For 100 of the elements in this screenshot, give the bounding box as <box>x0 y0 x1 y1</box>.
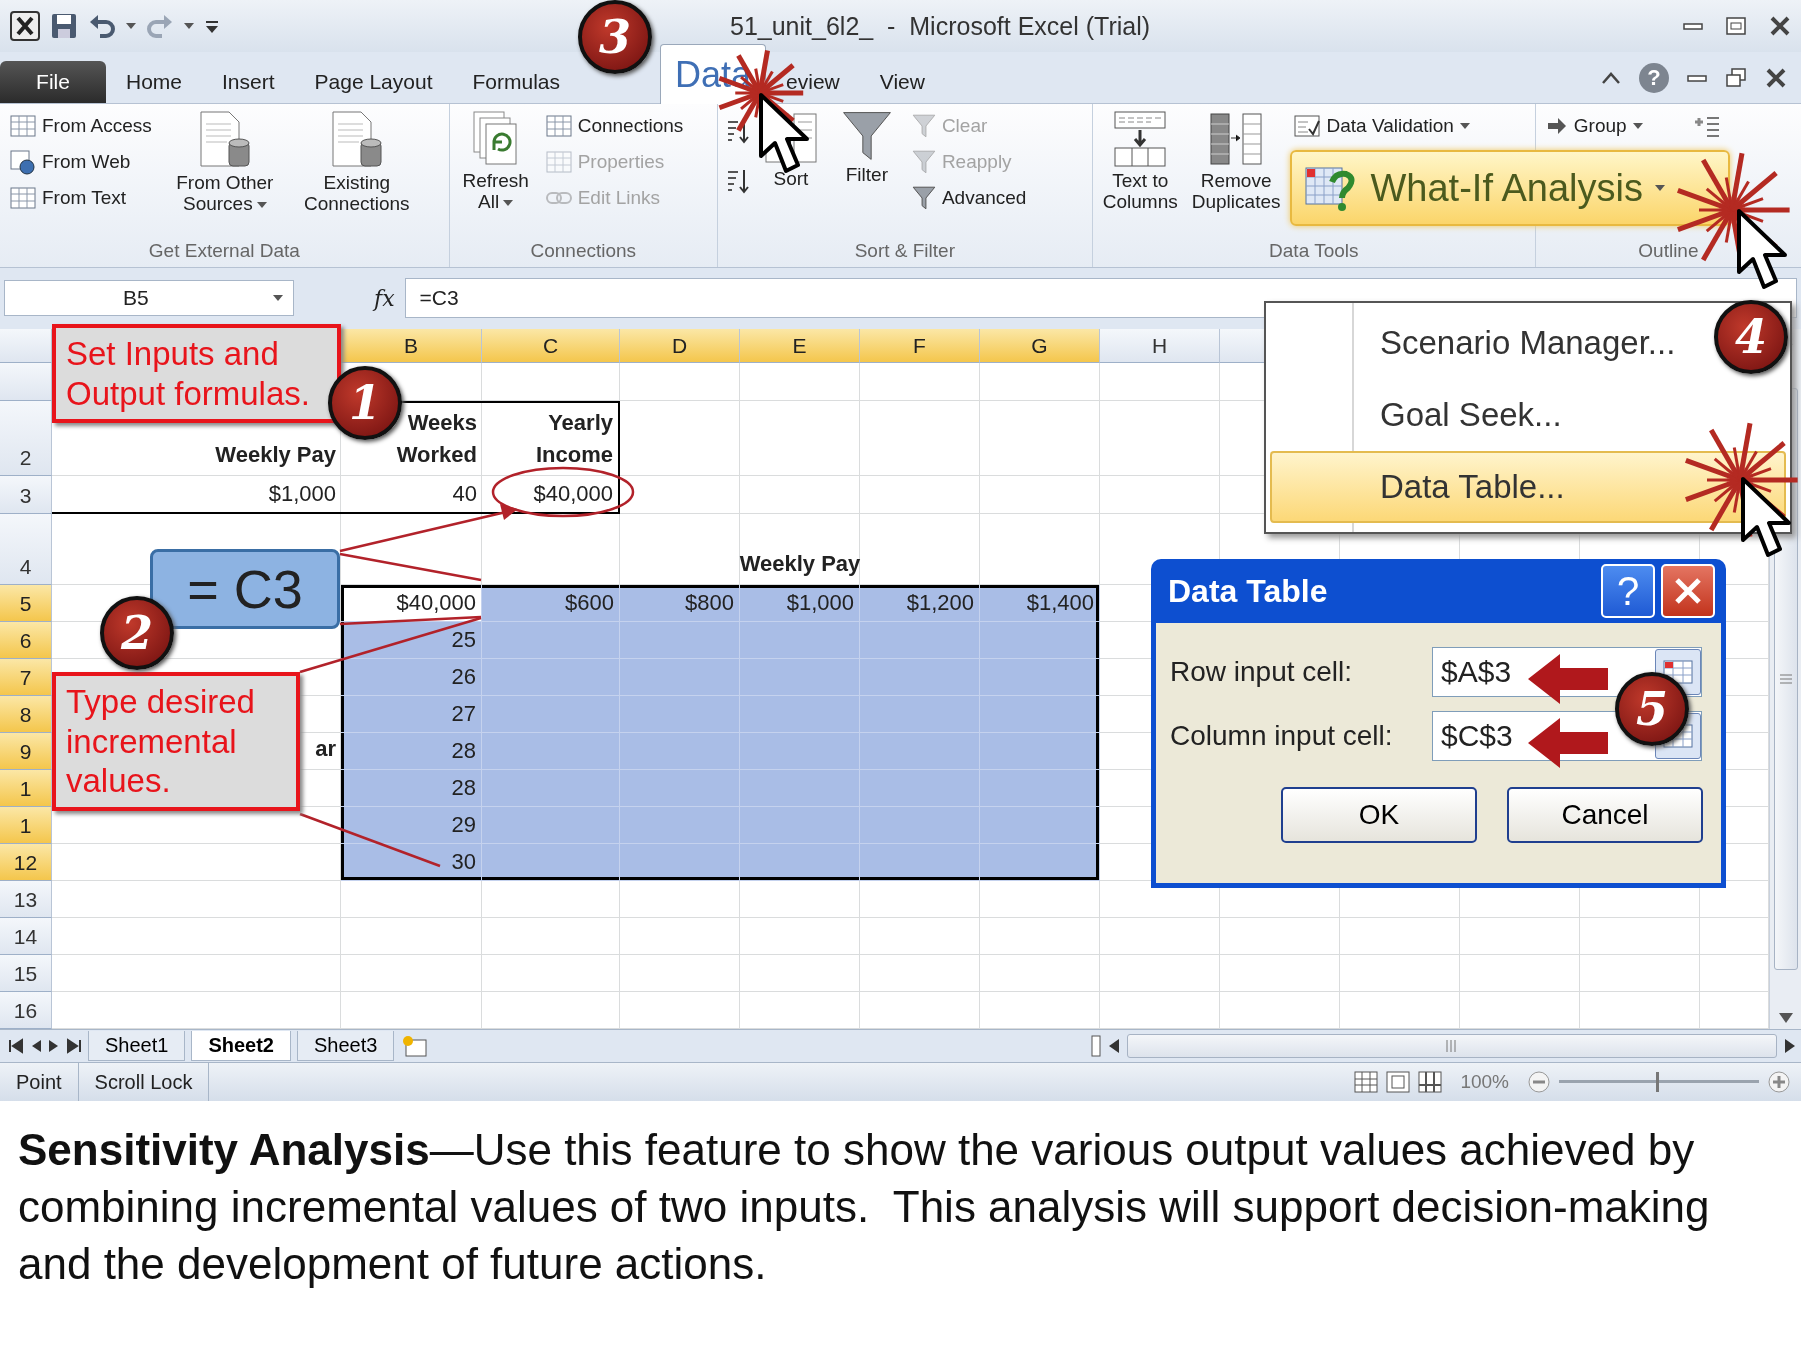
selected-cell[interactable] <box>482 733 620 770</box>
selected-cell[interactable] <box>860 659 980 696</box>
selected-cell[interactable]: 26 <box>341 659 482 696</box>
ribbon-button[interactable]: Filter <box>831 108 902 188</box>
ribbon-tab[interactable]: Page Layout <box>294 61 453 103</box>
column-header[interactable]: E <box>740 329 860 363</box>
active-cell[interactable]: $40,000 <box>341 585 482 622</box>
selected-cell[interactable] <box>860 622 980 659</box>
ribbon-button[interactable]: Text to Columns <box>1098 108 1182 215</box>
menu-item[interactable]: Goal Seek... <box>1270 379 1710 451</box>
ribbon-button[interactable]: From Access <box>6 108 156 144</box>
menu-item[interactable]: Data Table... <box>1270 451 1786 523</box>
column-header[interactable]: C <box>482 329 620 363</box>
ribbon-button[interactable]: Existing Connections <box>293 108 420 217</box>
ribbon-button[interactable]: What-If Analysis <box>1290 150 1731 226</box>
selected-cell[interactable] <box>482 659 620 696</box>
row-header[interactable]: 16 <box>0 992 52 1029</box>
selected-cell[interactable] <box>620 696 740 733</box>
sheet-tab[interactable]: Sheet2 <box>191 1031 291 1061</box>
ribbon-tab[interactable]: Formulas <box>452 61 581 103</box>
ribbon-button[interactable]: Group <box>1541 108 1647 144</box>
selected-cell[interactable]: 28 <box>341 770 482 807</box>
help-button[interactable]: ? <box>1639 63 1669 93</box>
ribbon-tab[interactable]: File <box>0 61 106 103</box>
column-header[interactable]: G <box>980 329 1100 363</box>
close-button[interactable] <box>1661 564 1715 618</box>
selected-cell[interactable] <box>740 807 860 844</box>
selected-cell[interactable] <box>740 659 860 696</box>
row-header[interactable]: 3 <box>0 476 52 514</box>
horizontal-scrollbar[interactable] <box>1127 1034 1777 1058</box>
name-box[interactable]: B5 <box>4 280 294 316</box>
dialog-button[interactable]: Cancel <box>1507 787 1703 843</box>
dialog-button[interactable]: OK <box>1281 787 1477 843</box>
ribbon-tab[interactable]: View <box>859 61 945 103</box>
selected-cell[interactable]: $1,400 <box>980 585 1100 622</box>
selected-cell[interactable] <box>740 696 860 733</box>
selected-cell[interactable] <box>482 844 620 881</box>
ribbon-button[interactable]: Advanced <box>907 180 1031 216</box>
selected-cell[interactable]: 28 <box>341 733 482 770</box>
selected-cell[interactable]: $1,200 <box>860 585 980 622</box>
selected-cell[interactable]: 25 <box>341 622 482 659</box>
selected-cell[interactable] <box>980 696 1100 733</box>
row-header[interactable]: 8 <box>0 696 52 733</box>
selected-cell[interactable] <box>620 844 740 881</box>
selected-cell[interactable] <box>740 844 860 881</box>
column-header[interactable]: B <box>341 329 482 363</box>
zoom-percent[interactable]: 100% <box>1460 1071 1509 1093</box>
ribbon-tab[interactable]: Insert <box>202 61 295 103</box>
ribbon-button[interactable]: Refresh All <box>455 108 536 215</box>
select-all-corner[interactable] <box>0 329 52 363</box>
selected-cell[interactable] <box>482 622 620 659</box>
selected-cell[interactable] <box>860 733 980 770</box>
column-header[interactable]: F <box>860 329 980 363</box>
selected-cell[interactable] <box>740 770 860 807</box>
ribbon-tab[interactable]: Home <box>106 61 203 103</box>
row-header[interactable]: 5 <box>0 585 52 622</box>
selected-cell[interactable]: $600 <box>482 585 620 622</box>
row-header[interactable]: 2 <box>0 401 52 476</box>
selected-cell[interactable] <box>482 807 620 844</box>
column-header[interactable]: D <box>620 329 740 363</box>
selected-cell[interactable] <box>620 807 740 844</box>
row-header[interactable]: 1 <box>0 807 52 844</box>
selected-cell[interactable] <box>482 770 620 807</box>
sheet-tab[interactable]: Sheet1 <box>88 1031 186 1061</box>
selected-cell[interactable]: 29 <box>341 807 482 844</box>
selected-cell[interactable] <box>860 770 980 807</box>
selected-cell[interactable] <box>980 622 1100 659</box>
ribbon-button[interactable]: Remove Duplicates <box>1187 108 1285 215</box>
selected-cell[interactable] <box>740 622 860 659</box>
selected-cell[interactable] <box>980 807 1100 844</box>
row-header[interactable]: 9 <box>0 733 52 770</box>
row-header[interactable]: 15 <box>0 955 52 992</box>
selected-cell[interactable] <box>980 844 1100 881</box>
selected-cell[interactable] <box>740 733 860 770</box>
insert-function-label[interactable]: fx <box>374 285 395 311</box>
selected-cell[interactable] <box>980 770 1100 807</box>
selected-cell[interactable] <box>860 807 980 844</box>
selected-cell[interactable] <box>620 733 740 770</box>
help-button[interactable]: ? <box>1601 564 1655 618</box>
selected-cell[interactable]: 27 <box>341 696 482 733</box>
selected-cell[interactable]: 30 <box>341 844 482 881</box>
ribbon-button[interactable]: From Other Sources <box>161 108 288 217</box>
selected-cell[interactable]: $800 <box>620 585 740 622</box>
row-header[interactable]: 1 <box>0 770 52 807</box>
selected-cell[interactable] <box>980 659 1100 696</box>
row-header[interactable]: 12 <box>0 844 52 881</box>
row-header[interactable] <box>0 363 52 401</box>
row-header[interactable]: 13 <box>0 881 52 918</box>
selected-cell[interactable] <box>620 659 740 696</box>
selected-cell[interactable] <box>482 696 620 733</box>
selected-cell[interactable]: $1,000 <box>740 585 860 622</box>
ribbon-button[interactable]: From Text <box>6 180 156 216</box>
selected-cell[interactable] <box>620 622 740 659</box>
ribbon-button[interactable]: From Web <box>6 144 156 180</box>
row-header[interactable]: 4 <box>0 514 52 585</box>
selected-cell[interactable] <box>980 733 1100 770</box>
selected-cell[interactable] <box>860 844 980 881</box>
column-header[interactable]: H <box>1100 329 1220 363</box>
row-header[interactable]: 7 <box>0 659 52 696</box>
selected-cell[interactable] <box>620 770 740 807</box>
